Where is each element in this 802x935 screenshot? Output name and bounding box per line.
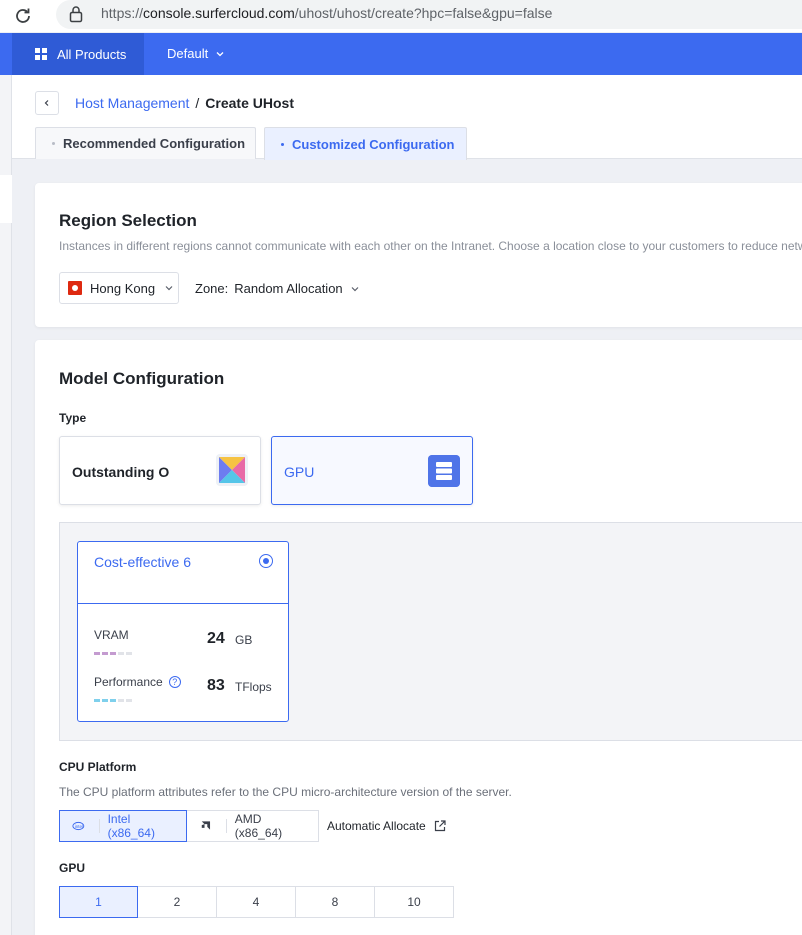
back-button[interactable]: [35, 91, 59, 115]
type-name: Outstanding O: [72, 464, 170, 480]
performance-unit: TFlops: [235, 680, 272, 694]
level-bar-filled: [94, 652, 100, 655]
url-prefix: https://: [101, 5, 144, 21]
top-navigation: All Products Default: [0, 33, 802, 75]
chevron-down-icon: [351, 286, 359, 291]
intel-logo-icon: intel: [72, 821, 85, 831]
chevron-left-icon: [44, 100, 49, 106]
lock-icon: [69, 6, 83, 23]
level-bar-empty: [126, 652, 132, 655]
performance-level-bars: [94, 699, 134, 702]
breadcrumb-separator: /: [195, 95, 200, 111]
zone-label: Zone:: [195, 281, 229, 296]
side-strip: [0, 75, 12, 935]
gpu-count-4-button[interactable]: 4: [217, 886, 296, 918]
tab-label: Recommended Configuration: [63, 136, 246, 151]
type-card-gpu[interactable]: GPU: [271, 436, 473, 505]
level-bar-empty: [118, 699, 124, 702]
level-bar-filled: [102, 699, 108, 702]
region-select[interactable]: Hong Kong: [59, 272, 179, 304]
level-bar-empty: [118, 652, 124, 655]
tab-recommended-configuration[interactable]: Recommended Configuration: [35, 127, 256, 159]
chevron-down-icon: [216, 51, 224, 56]
breadcrumb-host-management[interactable]: Host Management: [75, 95, 189, 111]
model-option-name: Cost-effective 6: [94, 554, 192, 570]
amd-logo-icon: [201, 821, 211, 830]
url-path: /uhost/uhost/create?hpc=false&gpu=false: [294, 5, 553, 21]
level-bar-filled: [110, 652, 116, 655]
performance-label: Performance ?: [94, 675, 181, 689]
tab-label: Customized Configuration: [292, 136, 455, 152]
external-link-icon: [434, 820, 446, 832]
region-selection-card: Region Selection Instances in different …: [35, 183, 802, 327]
project-dropdown[interactable]: Default: [167, 46, 224, 61]
performance-label-text: Performance: [94, 675, 163, 689]
vram-label: VRAM: [94, 628, 129, 642]
level-bar-filled: [102, 652, 108, 655]
region-value: Hong Kong: [90, 280, 156, 296]
vram-value: 24: [207, 630, 225, 647]
region-description: Instances in different regions cannot co…: [59, 239, 802, 253]
platform-amd-button[interactable]: AMD (x86_64): [187, 810, 319, 842]
hong-kong-flag-icon: [68, 281, 82, 295]
url-host: console.surfercloud.com: [143, 5, 295, 21]
tab-dot: [281, 142, 284, 146]
server-icon: [428, 455, 460, 487]
model-options-area: Cost-effective 6 VRAM 24 GB Performance …: [59, 522, 802, 741]
tab-customized-configuration[interactable]: Customized Configuration: [264, 127, 467, 160]
cpu-platform-description: The CPU platform attributes refer to the…: [59, 785, 512, 799]
model-section-title: Model Configuration: [59, 369, 225, 388]
platform-label: Intel (x86_64): [107, 812, 155, 840]
all-products-button[interactable]: All Products: [12, 33, 144, 75]
model-configuration-card: Model Configuration Type Outstanding O G…: [35, 340, 802, 935]
cpu-platform-group: intel Intel (x86_64) AMD (x86_64): [59, 810, 319, 842]
radio-selected-icon[interactable]: [259, 554, 273, 568]
level-bar-filled: [110, 699, 116, 702]
url-text: https://console.surfercloud.com/uhost/uh…: [101, 5, 552, 21]
vram-unit: GB: [235, 633, 253, 647]
level-bar-empty: [126, 699, 132, 702]
gpu-count-2-button[interactable]: 2: [138, 886, 217, 918]
help-icon[interactable]: ?: [168, 676, 181, 688]
divider: [98, 819, 100, 833]
page-header: Host Management / Create UHost Recommend…: [12, 75, 802, 160]
platform-intel-button[interactable]: intel Intel (x86_64): [59, 810, 187, 842]
gpu-count-label: GPU: [59, 861, 86, 875]
gpu-count-1-button[interactable]: 1: [59, 886, 138, 918]
type-card-outstanding[interactable]: Outstanding O: [59, 436, 261, 505]
type-name: GPU: [284, 464, 315, 480]
kite-logo-icon: [216, 454, 248, 486]
region-section-title: Region Selection: [59, 211, 197, 230]
model-option-header: Cost-effective 6: [78, 542, 288, 604]
tab-dot: [52, 142, 55, 145]
all-products-label: All Products: [57, 46, 127, 62]
cpu-platform-label: CPU Platform: [59, 760, 137, 774]
gpu-count-8-button[interactable]: 8: [296, 886, 375, 918]
gpu-count-10-button[interactable]: 10: [375, 886, 454, 918]
grid-icon: [35, 48, 47, 60]
gpu-count-group: 1 2 4 8 10: [59, 886, 454, 918]
page-title: Create UHost: [205, 95, 294, 111]
model-option-card[interactable]: Cost-effective 6 VRAM 24 GB Performance …: [77, 541, 289, 722]
automatic-allocate-link[interactable]: Automatic Allocate: [327, 819, 446, 833]
platform-label: AMD (x86_64): [234, 812, 283, 840]
type-label: Type: [59, 411, 87, 425]
zone-select[interactable]: Zone: Random Allocation: [195, 281, 359, 296]
project-label: Default: [167, 46, 209, 61]
chevron-down-icon: [165, 286, 173, 291]
breadcrumb: Host Management / Create UHost: [75, 95, 294, 111]
svg-text:intel: intel: [75, 824, 83, 829]
url-field[interactable]: https://console.surfercloud.com/uhost/uh…: [56, 0, 802, 29]
reload-icon[interactable]: [13, 6, 33, 26]
divider: [225, 819, 227, 833]
vram-level-bars: [94, 652, 134, 655]
zone-value: Random Allocation: [234, 281, 343, 296]
side-strip-segment: [0, 175, 12, 223]
browser-address-bar: https://console.surfercloud.com/uhost/uh…: [0, 0, 802, 32]
automatic-allocate-label: Automatic Allocate: [327, 819, 426, 833]
level-bar-filled: [94, 699, 100, 702]
performance-value: 83: [207, 677, 225, 694]
